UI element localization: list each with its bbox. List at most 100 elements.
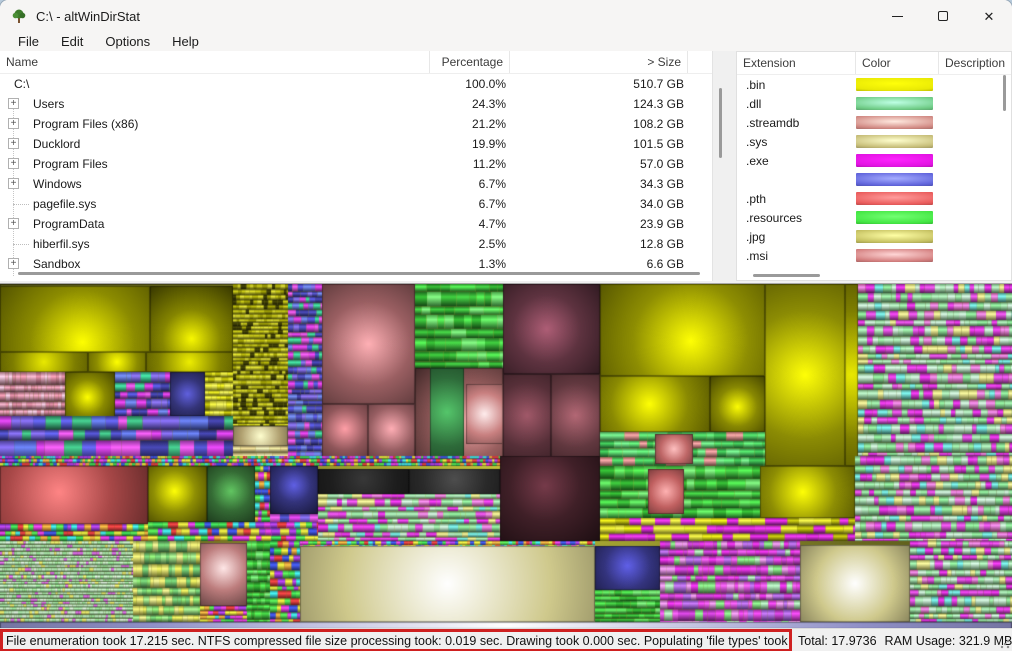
extension-row[interactable]: .pth: [737, 189, 1011, 208]
file-percentage: 4.7%: [430, 217, 510, 231]
extension-list-header: Extension Color Description: [737, 52, 1011, 75]
file-name: Program Files (x86): [0, 117, 138, 131]
menu-item-help[interactable]: Help: [162, 33, 209, 50]
tree-stub: [13, 244, 29, 245]
extension-name: .resources: [737, 211, 856, 225]
file-percentage: 6.7%: [430, 197, 510, 211]
file-list-panel: Name Percentage > Size C:\ 100.0%510.7 GB…: [0, 51, 713, 281]
expand-icon[interactable]: +: [8, 178, 19, 189]
extension-list-vertical-scrollbar[interactable]: [1003, 75, 1006, 111]
file-list-vertical-scrollbar[interactable]: [719, 88, 722, 158]
file-row[interactable]: +ProgramData4.7%23.9 GB: [0, 214, 712, 234]
file-percentage: 2.5%: [430, 237, 510, 251]
extension-list-horizontal-scrollbar[interactable]: [753, 274, 820, 277]
extension-row[interactable]: [737, 170, 1011, 189]
column-header-percentage[interactable]: Percentage: [430, 51, 510, 73]
menu-bar: FileEditOptionsHelp: [0, 32, 1012, 51]
file-size: 510.7 GB: [510, 77, 688, 91]
extension-name: .dll: [737, 97, 856, 111]
extension-row[interactable]: .resources: [737, 208, 1011, 227]
extension-color-swatch: [856, 154, 933, 167]
file-percentage: 24.3%: [430, 97, 510, 111]
extension-row[interactable]: .jpg: [737, 227, 1011, 246]
file-size: 124.3 GB: [510, 97, 688, 111]
extension-row[interactable]: .streamdb: [737, 113, 1011, 132]
file-row[interactable]: +Users24.3%124.3 GB: [0, 94, 712, 114]
status-message: File enumeration took 17.215 sec. NTFS c…: [6, 634, 792, 648]
expand-icon[interactable]: +: [8, 138, 19, 149]
extension-name: .exe: [737, 154, 856, 168]
menu-item-file[interactable]: File: [8, 33, 49, 50]
file-percentage: 1.3%: [430, 257, 510, 271]
file-row[interactable]: +Ducklord19.9%101.5 GB: [0, 134, 712, 154]
extension-color-swatch: [856, 230, 933, 243]
status-ram: RAM Usage: 321.9 MB: [885, 634, 1012, 648]
extension-color-swatch: [856, 135, 933, 148]
file-size: 34.3 GB: [510, 177, 688, 191]
extension-row[interactable]: .msi: [737, 246, 1011, 265]
extension-row[interactable]: .exe: [737, 151, 1011, 170]
file-percentage: 19.9%: [430, 137, 510, 151]
top-panels: Name Percentage > Size C:\ 100.0%510.7 GB…: [0, 51, 1012, 283]
extension-name: .msi: [737, 249, 856, 263]
tree-stub: [13, 204, 29, 205]
extension-color-swatch: [856, 116, 933, 129]
expand-icon[interactable]: +: [8, 258, 19, 269]
expand-icon[interactable]: +: [8, 118, 19, 129]
menu-item-edit[interactable]: Edit: [51, 33, 93, 50]
file-list-header: Name Percentage > Size: [0, 51, 712, 74]
treemap-canvas[interactable]: [0, 284, 1012, 629]
annotation-highlight-box: File enumeration took 17.215 sec. NTFS c…: [0, 629, 792, 651]
extension-name: .bin: [737, 78, 856, 92]
file-name: C:\: [0, 77, 29, 91]
maximize-button[interactable]: [920, 0, 966, 32]
file-size: 34.0 GB: [510, 197, 688, 211]
file-percentage: 6.7%: [430, 177, 510, 191]
column-header-name[interactable]: Name: [0, 51, 430, 73]
expand-icon[interactable]: +: [8, 218, 19, 229]
file-size: 57.0 GB: [510, 157, 688, 171]
extension-row[interactable]: .bin: [737, 75, 1011, 94]
status-bar: File enumeration took 17.215 sec. NTFS c…: [0, 628, 1012, 651]
extension-color-swatch: [856, 78, 933, 91]
file-row[interactable]: +Windows6.7%34.3 GB: [0, 174, 712, 194]
file-list-horizontal-scrollbar[interactable]: [18, 272, 700, 275]
file-row[interactable]: C:\ 100.0%510.7 GB: [0, 74, 712, 94]
expand-icon[interactable]: +: [8, 98, 19, 109]
extension-name: .pth: [737, 192, 856, 206]
file-row[interactable]: +Program Files (x86) 21.2%108.2 GB: [0, 114, 712, 134]
column-header-description[interactable]: Description: [939, 52, 1011, 74]
file-row[interactable]: pagefile.sys6.7%34.0 GB: [0, 194, 712, 214]
column-header-extension[interactable]: Extension: [737, 52, 856, 74]
extension-color-swatch: [856, 192, 933, 205]
file-row[interactable]: hiberfil.sys2.5%12.8 GB: [0, 234, 712, 254]
file-row[interactable]: +Program Files11.2%57.0 GB: [0, 154, 712, 174]
extension-color-swatch: [856, 211, 933, 224]
column-header-size[interactable]: > Size: [510, 51, 688, 73]
column-header-color[interactable]: Color: [856, 52, 939, 74]
extension-list-panel: Extension Color Description .bin .dll .str…: [736, 51, 1012, 281]
close-icon: ✕: [984, 10, 995, 23]
close-button[interactable]: ✕: [966, 0, 1012, 32]
treemap-view[interactable]: [0, 283, 1012, 628]
minimize-icon: [892, 16, 903, 17]
extension-name: .sys: [737, 135, 856, 149]
file-row[interactable]: +Sandbox1.3%6.6 GB: [0, 254, 712, 274]
extension-color-swatch: [856, 249, 933, 262]
file-size: 108.2 GB: [510, 117, 688, 131]
file-size: 12.8 GB: [510, 237, 688, 251]
extension-row[interactable]: .dll: [737, 94, 1011, 113]
file-size: 101.5 GB: [510, 137, 688, 151]
file-percentage: 21.2%: [430, 117, 510, 131]
expand-icon[interactable]: +: [8, 158, 19, 169]
resize-grip[interactable]: [1000, 639, 1010, 649]
menu-item-options[interactable]: Options: [95, 33, 160, 50]
tree-icon: [11, 8, 27, 24]
app-window: C:\ - altWinDirStat ✕ FileEditOptionsHel…: [0, 0, 1012, 651]
file-size: 23.9 GB: [510, 217, 688, 231]
minimize-button[interactable]: [874, 0, 920, 32]
extension-color-swatch: [856, 173, 933, 186]
extension-row[interactable]: .sys: [737, 132, 1011, 151]
file-percentage: 100.0%: [430, 77, 510, 91]
extension-list-body: .bin .dll .streamdb .sys .exe .pth .resources.…: [737, 75, 1011, 265]
